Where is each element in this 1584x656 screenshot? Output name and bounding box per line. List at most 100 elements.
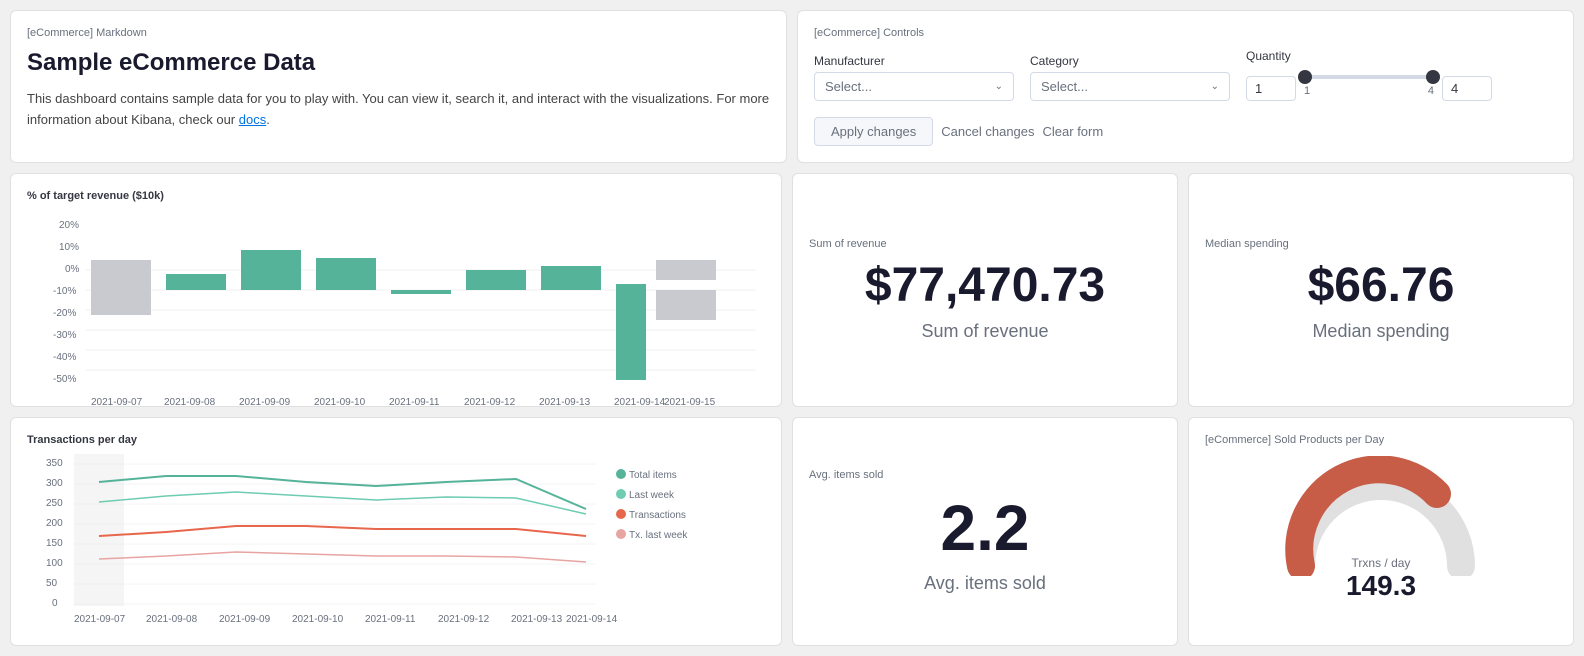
ty-150: 150 [46,538,63,549]
bar-3 [316,258,376,290]
legend-txlw-dot [616,529,626,539]
manufacturer-chevron-icon: ⌄ [995,81,1003,92]
tx-2: 2021-09-09 [219,614,271,625]
y-label-n50: -50% [53,374,76,385]
category-label: Category [1030,54,1230,68]
bar-2 [241,250,301,290]
sum-revenue-panel: Sum of revenue $77,470.73 Sum of revenue [792,173,1178,407]
gauge-value: 149.3 [1346,570,1416,602]
x-label-5: 2021-09-12 [464,397,516,408]
gauge-sub-label: Trxns / day [1346,556,1416,570]
apply-changes-button[interactable]: Apply changes [814,117,933,146]
legend-lastweek-label: Last week [629,490,675,501]
slider-right-thumb[interactable] [1426,70,1440,84]
bar-0-bot [91,290,151,315]
slider-max-label: 4 [1428,85,1434,97]
manufacturer-group: Manufacturer Select... ⌄ [814,54,1014,101]
controls-panel-title: [eCommerce] Controls [814,27,1557,39]
y-label-n10: -10% [53,286,76,297]
avg-items-value: 2.2 [941,491,1030,565]
x-label-6: 2021-09-13 [539,397,591,408]
x-label-1: 2021-09-08 [164,397,216,408]
sum-revenue-label: Sum of revenue [921,321,1048,342]
tx-7: 2021-09-14 [566,614,618,625]
x-label-2: 2021-09-09 [239,397,291,408]
avg-items-panel: Avg. items sold 2.2 Avg. items sold [792,417,1178,646]
x-label-8: 2021-09-15 [664,397,716,408]
markdown-panel: [eCommerce] Markdown Sample eCommerce Da… [10,10,787,163]
quantity-label: Quantity [1246,49,1492,63]
y-label-10: 10% [59,242,79,253]
markdown-desc-end: . [266,112,270,127]
y-label-0: 0% [65,264,80,275]
quantity-min-input[interactable]: 1 [1246,76,1296,101]
docs-link[interactable]: docs [239,112,266,127]
quantity-max-input[interactable]: 4 [1442,76,1492,101]
ty-50: 50 [46,578,58,589]
bg-band [74,454,124,606]
markdown-desc: This dashboard contains sample data for … [27,91,769,127]
x-label-3: 2021-09-10 [314,397,366,408]
manufacturer-select[interactable]: Select... ⌄ [814,72,1014,101]
y-label-n40: -40% [53,352,76,363]
ty-350: 350 [46,458,63,469]
tx-4: 2021-09-11 [365,614,416,625]
legend-total-label: Total items [629,470,677,481]
bar-8-top [656,260,716,280]
category-placeholder: Select... [1041,79,1088,94]
x-label-0: 2021-09-07 [91,397,143,408]
bar-chart-panel: % of target revenue ($10k) 20% 10% 0% -1… [10,173,782,407]
gauge-container: Trxns / day 149.3 [1205,456,1557,602]
avg-items-title: Avg. items sold [809,469,883,481]
markdown-panel-title: [eCommerce] Markdown [27,27,770,39]
clear-form-button[interactable]: Clear form [1043,124,1104,139]
tx-6: 2021-09-13 [511,614,563,625]
bar-chart-title: % of target revenue ($10k) [27,190,765,202]
legend-tx-dot [616,509,626,519]
transactions-svg: 350 300 250 200 150 100 50 0 [27,454,765,629]
tx-3: 2021-09-10 [292,614,344,625]
bar-5 [466,270,526,290]
tx-5: 2021-09-12 [438,614,490,625]
ty-100: 100 [46,558,63,569]
sold-products-panel: [eCommerce] Sold Products per Day Trxns … [1188,417,1574,646]
manufacturer-placeholder: Select... [825,79,872,94]
category-group: Category Select... ⌄ [1030,54,1230,101]
category-chevron-icon: ⌄ [1211,81,1219,92]
legend-total-dot [616,469,626,479]
markdown-body: This dashboard contains sample data for … [27,89,770,131]
median-spending-title: Median spending [1205,238,1289,250]
transactions-chart: 350 300 250 200 150 100 50 0 [27,454,765,629]
markdown-heading: Sample eCommerce Data [27,49,770,77]
sum-revenue-value: $77,470.73 [865,260,1105,313]
bar-chart-svg: 20% 10% 0% -10% -20% -30% -40% -50% [27,210,765,410]
legend-tx-label: Transactions [629,510,686,521]
transactions-panel: Transactions per day 350 300 250 200 150… [10,417,782,646]
gauge-fill-arc [1299,469,1437,566]
manufacturer-label: Manufacturer [814,54,1014,68]
y-label-20: 20% [59,220,79,231]
bar-8-bot [656,290,716,320]
legend-txlw-label: Tx. last week [629,530,688,541]
legend-lastweek-dot [616,489,626,499]
x-label-7: 2021-09-14 [614,397,666,408]
slider-left-thumb[interactable] [1298,70,1312,84]
bar-chart-area: 20% 10% 0% -10% -20% -30% -40% -50% [27,210,765,390]
quantity-slider[interactable]: 1 4 [1304,67,1434,97]
tx-lastweek-line [99,552,586,562]
sold-products-title: [eCommerce] Sold Products per Day [1205,434,1557,446]
ty-0: 0 [52,598,58,609]
tx-0: 2021-09-07 [74,614,126,625]
bar-4 [391,290,451,294]
category-select[interactable]: Select... ⌄ [1030,72,1230,101]
cancel-changes-button[interactable]: Cancel changes [941,124,1034,139]
y-label-n30: -30% [53,330,76,341]
median-spending-value: $66.76 [1308,260,1455,313]
transactions-line [99,526,586,536]
bar-0-top [91,260,151,290]
avg-items-label: Avg. items sold [924,573,1046,594]
sum-revenue-title: Sum of revenue [809,238,887,250]
bar-1 [166,274,226,290]
median-spending-label: Median spending [1312,321,1449,342]
ty-250: 250 [46,498,63,509]
